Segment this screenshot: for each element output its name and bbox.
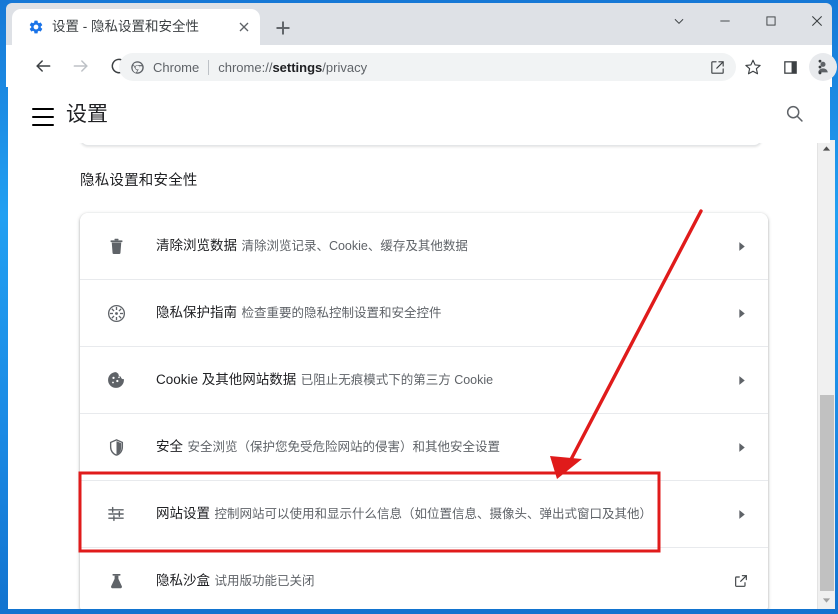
omnibox-divider <box>208 59 210 75</box>
minimize-button[interactable] <box>702 6 748 36</box>
settings-row-clear-browsing-data[interactable]: 清除浏览数据 清除浏览记录、Cookie、缓存及其他数据 <box>80 213 768 280</box>
forward-button[interactable] <box>66 51 96 81</box>
url-path: /privacy <box>322 59 368 75</box>
section-title: 隐私设置和安全性 <box>80 173 198 189</box>
new-tab-button[interactable] <box>270 15 296 41</box>
row-subtitle: 安全浏览（保护您免受危险网站的侵害）和其他安全设置 <box>187 440 500 454</box>
window-close-button[interactable] <box>794 6 838 36</box>
row-text: 隐私沙盒 试用版功能已关闭 <box>156 571 714 591</box>
row-text: Cookie 及其他网站数据 已阻止无痕模式下的第三方 Cookie <box>156 370 714 390</box>
tune-icon <box>102 504 130 524</box>
bookmark-star-icon[interactable] <box>739 53 767 81</box>
row-subtitle: 检查重要的隐私控制设置和安全控件 <box>241 306 442 320</box>
page-title: 设置 <box>66 103 108 126</box>
row-text: 安全 安全浏览（保护您免受危险网站的侵害）和其他安全设置 <box>156 437 714 457</box>
settings-row-cookies[interactable]: Cookie 及其他网站数据 已阻止无痕模式下的第三方 Cookie <box>80 347 768 414</box>
privacy-settings-card: 清除浏览数据 清除浏览记录、Cookie、缓存及其他数据 隐私保护指南 检查重要… <box>80 213 768 609</box>
chevron-right-icon[interactable] <box>714 441 768 454</box>
tab-strip: 设置 - 隐私设置和安全性 <box>6 3 832 45</box>
settings-content: 隐私设置和安全性 清除浏览数据 清除浏览记录、Cookie、缓存及其他数据 隐私… <box>8 129 818 609</box>
shield-icon <box>102 438 130 457</box>
side-panel-icon[interactable] <box>776 53 804 81</box>
scroll-down-button[interactable] <box>818 592 835 609</box>
trash-icon <box>102 237 130 256</box>
address-bar[interactable]: Chrome chrome://settings/privacy <box>119 53 736 81</box>
url-host: settings <box>272 59 323 75</box>
row-text: 网站设置 控制网站可以使用和显示什么信息（如位置信息、摄像头、弹出式窗口及其他） <box>156 504 714 524</box>
search-icon[interactable] <box>784 103 808 127</box>
browser-menu-button[interactable] <box>806 53 834 81</box>
row-subtitle: 控制网站可以使用和显示什么信息（如位置信息、摄像头、弹出式窗口及其他） <box>214 507 652 521</box>
settings-row-privacy-sandbox[interactable]: 隐私沙盒 试用版功能已关闭 <box>80 548 768 609</box>
row-subtitle: 已阻止无痕模式下的第三方 Cookie <box>300 373 494 387</box>
settings-row-privacy-guide[interactable]: 隐私保护指南 检查重要的隐私控制设置和安全控件 <box>80 280 768 347</box>
maximize-button[interactable] <box>748 6 794 36</box>
settings-header: 设置 <box>8 87 830 143</box>
omnibox-url: chrome://settings/privacy <box>218 60 367 75</box>
close-icon[interactable] <box>236 19 252 35</box>
row-text: 清除浏览数据 清除浏览记录、Cookie、缓存及其他数据 <box>156 236 714 256</box>
row-subtitle: 清除浏览记录、Cookie、缓存及其他数据 <box>241 239 468 253</box>
row-title: Cookie 及其他网站数据 <box>156 372 297 387</box>
chrome-icon <box>129 59 145 75</box>
browser-tab[interactable]: 设置 - 隐私设置和安全性 <box>12 9 260 45</box>
tab-title: 设置 - 隐私设置和安全性 <box>52 19 199 34</box>
scrollbar-thumb[interactable] <box>820 395 834 591</box>
chevron-right-icon[interactable] <box>714 240 768 253</box>
browser-window: 设置 - 隐私设置和安全性 Chrome chrome://settings/p… <box>0 0 838 614</box>
row-subtitle: 试用版功能已关闭 <box>214 574 315 588</box>
settings-row-security[interactable]: 安全 安全浏览（保护您免受危险网站的侵害）和其他安全设置 <box>80 414 768 481</box>
flask-icon <box>102 572 130 591</box>
settings-row-site-settings[interactable]: 网站设置 控制网站可以使用和显示什么信息（如位置信息、摄像头、弹出式窗口及其他） <box>80 481 768 548</box>
row-title: 安全 <box>156 439 183 454</box>
row-title: 清除浏览数据 <box>156 238 237 253</box>
page-scrollbar[interactable] <box>817 140 835 609</box>
hamburger-menu-icon[interactable] <box>30 102 56 128</box>
chevron-right-icon[interactable] <box>714 307 768 320</box>
back-button[interactable] <box>28 51 58 81</box>
chevron-down-icon[interactable] <box>656 6 702 36</box>
chevron-right-icon[interactable] <box>714 508 768 521</box>
chevron-right-icon[interactable] <box>714 374 768 387</box>
settings-page: 设置 隐私设置和安全性 清除浏览数据 清除浏览记录、Cookie、缓存及其他数据… <box>8 87 830 609</box>
omnibox-site-label: Chrome <box>153 59 200 75</box>
share-icon[interactable] <box>703 53 731 81</box>
row-text: 隐私保护指南 检查重要的隐私控制设置和安全控件 <box>156 303 714 323</box>
privacy-guide-icon <box>102 303 130 324</box>
row-title: 隐私沙盒 <box>156 573 210 588</box>
url-prefix: chrome:// <box>218 59 273 75</box>
gear-icon <box>28 19 44 35</box>
browser-toolbar: Chrome chrome://settings/privacy <box>6 45 837 87</box>
row-title: 隐私保护指南 <box>156 305 237 320</box>
cookie-icon <box>102 370 130 390</box>
row-title: 网站设置 <box>156 506 210 521</box>
external-link-icon[interactable] <box>714 573 768 589</box>
